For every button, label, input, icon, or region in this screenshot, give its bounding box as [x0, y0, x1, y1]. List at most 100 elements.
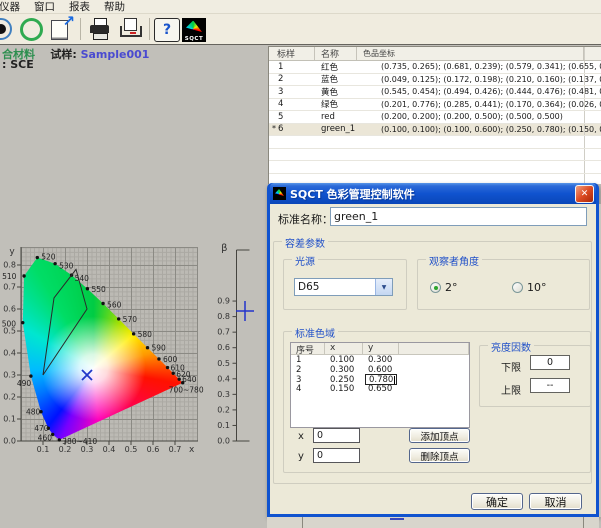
vertex-x-input[interactable]: 0	[313, 428, 360, 443]
upper-limit-label: 上限	[501, 382, 521, 397]
gamut-group-label: 标准色域	[292, 325, 338, 340]
table-row[interactable]: 5red(0.200, 0.200); (0.200, 0.500); (0.5…	[269, 111, 601, 124]
vertex-cell: 4	[291, 384, 325, 394]
vertex-cell: 1	[291, 355, 325, 365]
table-cell: 红色	[315, 61, 357, 73]
table-cell: 4	[269, 99, 315, 109]
table-row[interactable]: 4绿色(0.201, 0.776); (0.285, 0.441); (0.17…	[269, 99, 601, 112]
dialog-app-icon	[273, 187, 286, 200]
column-header[interactable]: 色品坐标	[357, 47, 584, 60]
vertex-y-label: y	[298, 451, 304, 462]
vertex-cell: 0.300	[363, 355, 399, 365]
table-cell: 黄色	[315, 86, 357, 98]
table-cell: 蓝色	[315, 73, 357, 85]
table-cell: *6	[269, 124, 315, 134]
table-cell: 5	[269, 112, 315, 122]
toolbar: ? SQCT	[0, 14, 601, 45]
close-icon[interactable]: ✕	[575, 185, 594, 203]
sample-name: Sample001	[81, 48, 150, 61]
dialog-title: SQCT 色彩管理控制软件	[290, 186, 415, 202]
menu-bar: 仪器窗口报表帮助	[0, 0, 601, 14]
y-tick-label: 0.3	[3, 371, 16, 380]
vertex-cell: 2	[291, 365, 325, 375]
vertex-cell: 0.250	[325, 375, 363, 385]
observer-radio-2deg[interactable]: 2°	[430, 281, 458, 294]
sqct-logo-icon[interactable]: SQCT	[182, 18, 206, 42]
vertex-row[interactable]: 30.2500.780	[291, 375, 469, 385]
vertex-y-input[interactable]: 0	[313, 448, 360, 463]
print-preview-icon[interactable]	[117, 16, 143, 42]
print-icon[interactable]	[87, 16, 113, 42]
vertex-table-header: 序号xy	[291, 343, 469, 355]
beta-tick-label: 0.6	[217, 343, 230, 352]
tolerance-group: 容差参数 光源 D65 ▼ 观察者角度 2°10° 标准色域 序号xy 10.1…	[273, 241, 592, 484]
empty-table-row	[269, 149, 601, 162]
light-source-group: 光源 D65 ▼	[283, 259, 407, 310]
menu-item-3[interactable]: 帮助	[97, 0, 132, 14]
beta-tick-label: 0.9	[217, 297, 230, 306]
vertex-table[interactable]: 序号xy 10.1000.30020.3000.60030.2500.78040…	[290, 342, 470, 428]
column-header[interactable]: 标样	[269, 47, 315, 60]
table-row[interactable]: 2蓝色(0.049, 0.125); (0.172, 0.198); (0.21…	[269, 74, 601, 87]
dialog-titlebar[interactable]: SQCT 色彩管理控制软件 ✕	[270, 183, 596, 204]
x-tick-label: 0.4	[103, 445, 116, 454]
cancel-button[interactable]: 取消	[529, 493, 582, 510]
beta-tick-label: 0.3	[217, 390, 230, 399]
table-cell: (0.049, 0.125); (0.172, 0.198); (0.210, …	[357, 75, 584, 84]
vertex-cell: 0.650	[363, 384, 399, 394]
sample-label: 试样:	[50, 48, 80, 61]
measure-sce-icon[interactable]	[18, 16, 44, 42]
x-tick-label: 0.7	[169, 445, 182, 454]
vertex-row[interactable]: 10.1000.300	[291, 355, 469, 365]
observer-radio-10deg[interactable]: 10°	[512, 281, 547, 294]
add-vertex-button[interactable]: 添加顶点	[409, 428, 470, 443]
upper-limit-input[interactable]: --	[530, 378, 570, 393]
chevron-down-icon[interactable]: ▼	[375, 279, 392, 295]
radio-circle-icon[interactable]	[430, 282, 441, 293]
measure-sci-icon[interactable]	[0, 16, 14, 42]
beta-axis-label: β	[221, 243, 227, 254]
beta-tick-label: 0.1	[217, 421, 230, 430]
background-table-fragment	[267, 517, 599, 528]
column-header[interactable]: 名称	[315, 47, 357, 60]
help-icon[interactable]: ?	[154, 18, 180, 42]
beta-axis	[237, 250, 250, 441]
light-source-select[interactable]: D65 ▼	[294, 278, 393, 296]
beta-tick-label: 0.8	[217, 312, 230, 321]
observer-angle-group-label: 观察者角度	[426, 253, 482, 268]
table-row[interactable]: 3黄色(0.545, 0.454); (0.494, 0.426); (0.44…	[269, 86, 601, 99]
standard-edit-dialog: SQCT 色彩管理控制软件 ✕ 标准名称： green_1 容差参数 光源 D6…	[267, 183, 599, 517]
table-cell: (0.201, 0.776); (0.285, 0.441); (0.170, …	[357, 100, 584, 109]
observer-angle-group: 观察者角度 2°10°	[417, 259, 590, 310]
vertex-row[interactable]: 40.1500.650	[291, 384, 469, 394]
vertex-cell: 3	[291, 375, 325, 385]
y-tick-label: 0.6	[3, 305, 16, 314]
delete-vertex-button[interactable]: 删除顶点	[409, 448, 470, 463]
table-row[interactable]: 1红色(0.735, 0.265); (0.681, 0.239); (0.57…	[269, 61, 601, 74]
lower-limit-label: 下限	[501, 359, 521, 374]
y-tick-label: 0.8	[3, 261, 16, 270]
ok-button[interactable]: 确定	[471, 493, 523, 510]
beta-tick-label: 0.0	[217, 437, 230, 446]
menu-item-1[interactable]: 窗口	[27, 0, 62, 14]
beta-tick-label: 0.5	[217, 359, 230, 368]
menu-item-0[interactable]: 仪器	[0, 0, 27, 14]
table-cell: 1	[269, 62, 315, 72]
x-axis-label: x	[189, 445, 195, 455]
chromaticity-logo-shape	[186, 21, 202, 34]
beta-tick-label: 0.7	[217, 328, 230, 337]
table-row[interactable]: *6green_1(0.100, 0.100); (0.100, 0.600);…	[269, 124, 601, 137]
x-tick-label: 0.2	[59, 445, 72, 454]
report-export-icon[interactable]	[48, 16, 74, 42]
gamut-group: 标准色域 序号xy 10.1000.30020.3000.60030.2500.…	[283, 331, 591, 473]
table-cell: (0.200, 0.200); (0.200, 0.500); (0.500, …	[357, 112, 584, 121]
lower-limit-input[interactable]: 0	[530, 355, 570, 370]
toolbar-separator	[80, 18, 81, 40]
table-cell: (0.100, 0.100); (0.100, 0.600); (0.250, …	[357, 125, 584, 134]
radio-circle-icon[interactable]	[512, 282, 523, 293]
table-cell: 2	[269, 74, 315, 84]
x-tick-label: 0.1	[37, 445, 50, 454]
standard-name-input[interactable]: green_1	[330, 207, 587, 226]
table-cell: 绿色	[315, 98, 357, 110]
y-tick-label: 0.5	[3, 327, 16, 336]
